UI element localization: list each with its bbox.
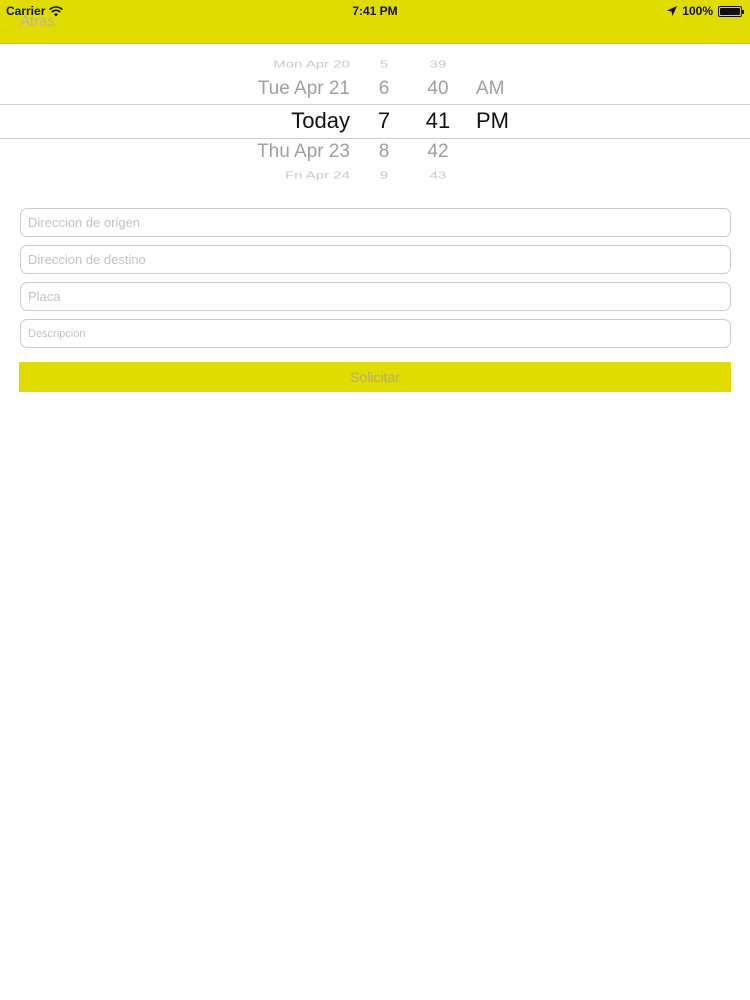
status-time: 7:41 PM: [352, 4, 398, 18]
plate-input[interactable]: [20, 282, 731, 311]
picker-minute-selected[interactable]: 41: [418, 108, 458, 134]
back-button[interactable]: Atras: [20, 13, 55, 30]
picker-hour-item[interactable]: 9: [368, 170, 400, 182]
picker-date-column[interactable]: Mon Apr 20 Tue Apr 21 Today Thu Apr 23 F…: [200, 44, 350, 184]
status-right: 100%: [667, 4, 744, 18]
picker-hour-item[interactable]: 8: [368, 141, 400, 163]
picker-minute-item[interactable]: 43: [418, 170, 458, 182]
destination-address-input[interactable]: [20, 245, 731, 274]
picker-hour-selected[interactable]: 7: [368, 108, 400, 134]
picker-date-item[interactable]: Tue Apr 21: [200, 78, 350, 100]
location-arrow-icon: [667, 6, 678, 16]
picker-minute-item[interactable]: 42: [418, 141, 458, 163]
picker-date-item[interactable]: Thu Apr 23: [200, 141, 350, 163]
picker-minute-column[interactable]: 39 40 41 42 43: [418, 44, 458, 184]
date-time-picker[interactable]: Mon Apr 20 Tue Apr 21 Today Thu Apr 23 F…: [0, 44, 750, 184]
picker-ampm-item[interactable]: AM: [476, 78, 526, 100]
navigation-bar: Carrier 7:41 PM 100% Atras: [0, 0, 750, 44]
picker-ampm-column[interactable]: AM PM: [476, 44, 526, 184]
picker-ampm-selected[interactable]: PM: [476, 108, 526, 134]
picker-date-item[interactable]: Mon Apr 20: [200, 59, 350, 71]
picker-hour-column[interactable]: 5 6 7 8 9: [368, 44, 400, 184]
picker-minute-item[interactable]: 39: [418, 59, 458, 71]
picker-date-item[interactable]: Fri Apr 24: [200, 170, 350, 182]
origin-address-input[interactable]: [20, 208, 731, 237]
submit-button[interactable]: Solicitar: [19, 362, 731, 392]
description-input[interactable]: [20, 319, 731, 348]
picker-hour-item[interactable]: 6: [368, 78, 400, 100]
picker-minute-item[interactable]: 40: [418, 78, 458, 100]
battery-percent: 100%: [682, 4, 713, 18]
battery-icon: [718, 5, 744, 17]
picker-date-selected[interactable]: Today: [200, 108, 350, 134]
picker-hour-item[interactable]: 5: [368, 59, 400, 71]
